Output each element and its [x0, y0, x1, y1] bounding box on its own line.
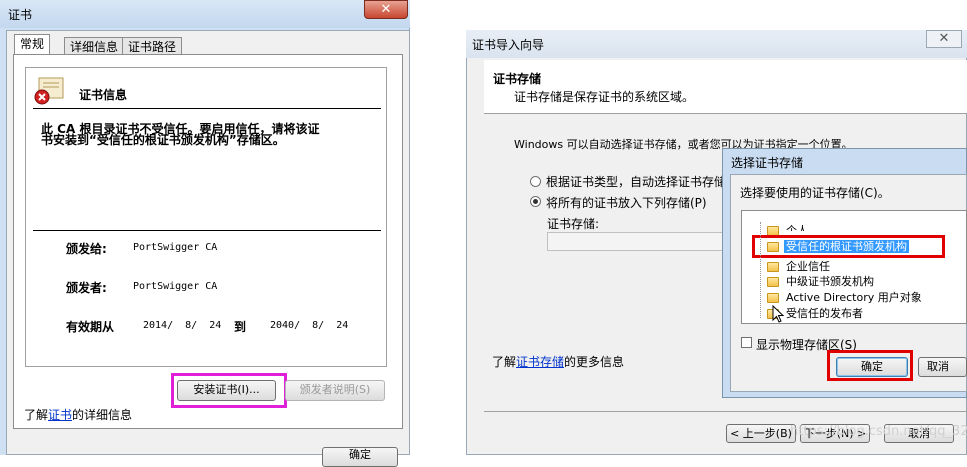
certificate-store-link[interactable]: 证书存储 — [516, 355, 564, 369]
certificate-dialog-title: 证书 — [8, 8, 33, 22]
learn-more-suffix: 的更多信息 — [564, 355, 625, 369]
close-button[interactable]: ✕ — [364, 0, 408, 19]
learn-more-text: 了解证书的详细信息 — [24, 406, 132, 423]
issued-by-value: PortSwigger CA — [133, 281, 218, 292]
trust-warning-line2: 书安装到“受信任的根证书颁发机构”存储区。 — [41, 133, 285, 147]
tree-connector — [760, 222, 761, 318]
tab-general[interactable]: 常规 — [14, 34, 51, 56]
watermark-text: https://blog.csdn.net/qq_32... — [790, 424, 967, 439]
select-store-title: 选择证书存储 — [731, 156, 804, 170]
store-cancel-button[interactable]: 取消 — [918, 357, 967, 377]
divider — [33, 230, 381, 231]
certificate-link[interactable]: 证书 — [48, 408, 72, 422]
highlight-trusted-root — [752, 235, 945, 258]
certificate-info-heading: 证书信息 — [79, 88, 128, 102]
install-certificate-button[interactable]: 安装证书(I)... — [177, 380, 276, 401]
import-wizard-titlebar[interactable]: 证书导入向导 — [466, 30, 967, 58]
radio-auto-select-label: 根据证书类型，自动选择证书存储 — [546, 175, 727, 189]
issued-by-label: 颁发者: — [66, 281, 107, 295]
valid-to-value: 2040/ 8/ 24 — [270, 320, 349, 331]
learn-more-suffix: 的详细信息 — [72, 408, 133, 422]
radio-place-all[interactable] — [530, 196, 541, 207]
issuer-statement-button[interactable]: 颁发者说明(S) — [285, 380, 385, 401]
folder-icon — [767, 262, 779, 272]
import-wizard-title: 证书导入向导 — [472, 38, 545, 52]
store-field-label: 证书存储: — [547, 217, 600, 231]
radio-auto-select[interactable] — [530, 176, 541, 187]
wizard-header — [484, 60, 967, 114]
tree-item-enterprise-trust[interactable]: 企业信任 — [786, 260, 830, 273]
valid-from-value: 2014/ 8/ 24 — [143, 320, 222, 331]
tree-item-intermediate-ca[interactable]: 中级证书颁发机构 — [786, 275, 874, 288]
store-ok-button[interactable]: 确定 — [836, 357, 908, 377]
issued-to-value: PortSwigger CA — [133, 242, 218, 253]
tree-item-trusted-publishers[interactable]: 受信任的发布者 — [786, 307, 863, 320]
folder-icon — [767, 277, 779, 287]
radio-place-all-label: 将所有的证书放入下列存储(P) — [546, 196, 707, 210]
learn-more-prefix: 了解 — [24, 408, 49, 422]
wizard-learn-more-text: 了解证书存储的更多信息 — [492, 353, 624, 370]
divider — [33, 108, 381, 109]
ok-button[interactable]: 确定 — [322, 447, 398, 467]
divider — [484, 411, 967, 412]
certificate-dialog-titlebar[interactable]: 证书 — [0, 0, 410, 28]
certificate-error-icon — [33, 76, 65, 106]
store-field[interactable] — [547, 232, 723, 251]
store-section-description: 证书存储是保存证书的系统区域。 — [514, 90, 695, 104]
issued-to-label: 颁发给: — [66, 242, 107, 256]
valid-from-label: 有效期从 — [66, 320, 115, 334]
valid-to-label: 到 — [234, 320, 247, 334]
back-button[interactable]: < 上一步(B) — [726, 424, 796, 443]
folder-icon — [767, 293, 779, 303]
show-physical-checkbox[interactable] — [741, 337, 752, 348]
store-section-title: 证书存储 — [493, 72, 542, 86]
learn-more-prefix: 了解 — [492, 355, 517, 369]
mouse-cursor-icon — [772, 304, 785, 326]
select-store-prompt: 选择要使用的证书存储(C)。 — [740, 186, 890, 200]
tree-item-personal[interactable]: 个人 — [786, 224, 808, 231]
tree-item-active-directory[interactable]: Active Directory 用户对象 — [786, 291, 922, 304]
wizard-close-button[interactable]: ✕ — [926, 30, 962, 48]
